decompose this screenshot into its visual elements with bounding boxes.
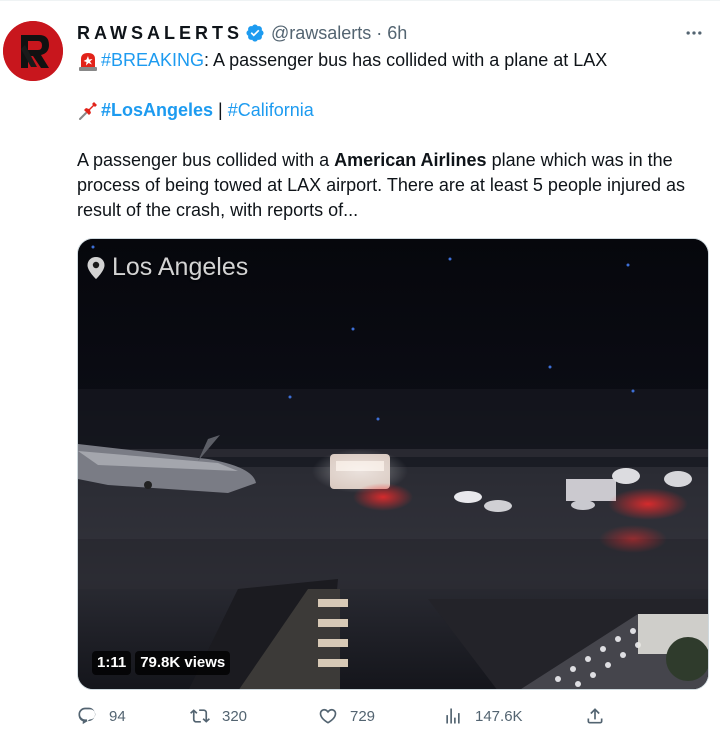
display-name[interactable]: RAWSALERTS	[77, 23, 243, 44]
like-count: 729	[350, 707, 376, 725]
share-icon	[587, 708, 603, 724]
location-overlay: Los Angeles	[86, 253, 248, 282]
reply-icon	[78, 707, 96, 725]
header-separator: ·	[376, 22, 383, 43]
hashtag-losangeles[interactable]: #LosAngeles	[101, 98, 213, 123]
para-bold-airline: American Airlines	[334, 150, 487, 170]
location-label: Los Angeles	[112, 253, 249, 281]
views-button[interactable]: 147.6K	[443, 706, 523, 726]
share-button[interactable]	[585, 706, 605, 726]
tweet-card[interactable]: RAWSALERTS @rawsalerts · 6h #BREAKING : …	[0, 0, 720, 731]
hashtag-california[interactable]: #California	[228, 98, 314, 123]
views-icon	[446, 708, 460, 724]
verified-badge-icon	[246, 24, 264, 42]
reply-count: 94	[109, 707, 126, 725]
tweet-line-breaking: #BREAKING : A passenger bus has collided…	[77, 48, 709, 73]
more-options-icon[interactable]	[682, 21, 706, 45]
tweet-line-hashtags: #LosAngeles | #California	[77, 98, 709, 123]
location-pin-icon	[87, 256, 105, 279]
avatar[interactable]	[3, 21, 63, 81]
retweet-button[interactable]: 320	[190, 706, 247, 726]
retweet-count: 320	[222, 707, 248, 725]
video-player[interactable]: Los Angeles 1:11 79.8K views	[77, 238, 709, 690]
reply-button[interactable]: 94	[77, 706, 126, 726]
retweet-icon	[190, 709, 210, 723]
pushpin-emoji	[79, 101, 97, 120]
video-frame-image	[78, 239, 708, 689]
handle[interactable]: @rawsalerts	[271, 23, 371, 44]
timestamp[interactable]: 6h	[387, 23, 407, 44]
video-views-badge: 79.8K views	[135, 651, 231, 675]
breaking-text: : A passenger bus has collided with a pl…	[204, 50, 608, 70]
views-count: 147.6K	[475, 707, 523, 725]
video-duration-badge: 1:11	[92, 651, 132, 675]
rotating-light-emoji	[79, 52, 97, 71]
like-icon	[319, 708, 337, 724]
tweet-actions-bar: 94 320 729 147.6K	[77, 706, 709, 731]
hashtag-separator: |	[218, 100, 223, 120]
para-text-1: A passenger bus collided with a	[77, 150, 335, 170]
hashtag-breaking[interactable]: #BREAKING	[101, 48, 204, 73]
tweet-body-paragraph: A passenger bus collided with a American…	[77, 148, 709, 223]
tweet-header: RAWSALERTS @rawsalerts · 6h	[77, 21, 407, 45]
like-button[interactable]: 729	[318, 706, 375, 726]
video-badges: 1:11 79.8K views	[92, 651, 231, 675]
